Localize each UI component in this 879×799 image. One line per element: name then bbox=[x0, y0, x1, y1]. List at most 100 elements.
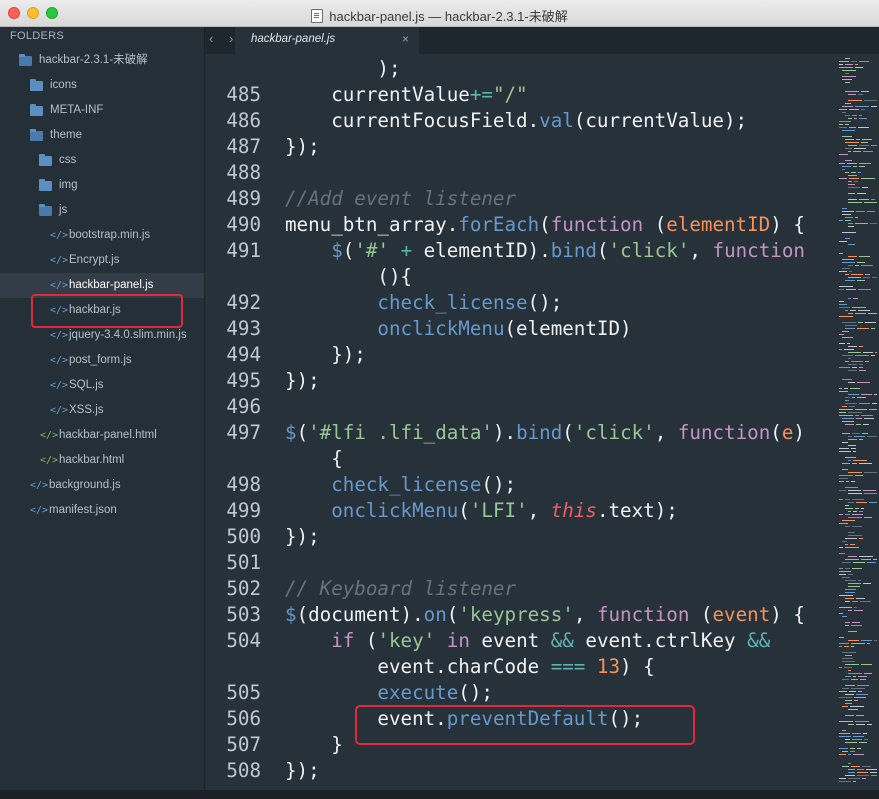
minimap-line bbox=[845, 625, 849, 626]
minimap-line bbox=[864, 202, 877, 203]
code-text: if ('key' in event && event.ctrlKey && bbox=[285, 628, 770, 654]
code-editor[interactable]: ); 485 currentValue+="/" 486 currentFocusF… bbox=[205, 54, 827, 790]
minimap-line bbox=[839, 643, 849, 644]
minimap-line bbox=[859, 403, 870, 404]
minimap-line bbox=[849, 127, 856, 128]
code-token: , bbox=[527, 499, 551, 522]
minimap-line bbox=[856, 418, 862, 419]
sidebar-item[interactable]: </> post_form.js bbox=[0, 348, 204, 373]
minimap-line bbox=[848, 370, 857, 371]
sidebar-item[interactable]: hackbar-2.3.1-未破解 bbox=[0, 48, 204, 73]
code-token: }); bbox=[285, 343, 366, 366]
sidebar-item[interactable]: css bbox=[0, 148, 204, 173]
code-token: function bbox=[550, 213, 644, 236]
minimap-line bbox=[845, 280, 855, 281]
minimap-line bbox=[848, 175, 857, 176]
minimap-line bbox=[845, 403, 857, 404]
minimap-line bbox=[855, 721, 869, 722]
sidebar-item-label: post_form.js bbox=[69, 354, 132, 366]
sidebar-item[interactable]: </> Encrypt.js bbox=[0, 248, 204, 273]
sidebar-item[interactable]: </> bootstrap.min.js bbox=[0, 223, 204, 248]
minimap-line bbox=[845, 310, 848, 311]
minimap-line bbox=[848, 256, 857, 257]
minimap-line bbox=[848, 772, 855, 773]
minimap-line bbox=[857, 748, 861, 749]
minimap-line bbox=[839, 733, 850, 734]
minimap-line bbox=[839, 568, 843, 569]
minimap-line bbox=[842, 679, 849, 680]
minimap-line bbox=[860, 601, 871, 602]
minimap-line bbox=[871, 106, 877, 107]
minimap-line bbox=[857, 775, 869, 776]
minimap-line bbox=[871, 775, 877, 776]
minimap-line bbox=[859, 256, 870, 257]
code-token: 'click' bbox=[608, 239, 690, 262]
minimap-line bbox=[855, 217, 858, 218]
minimap-line bbox=[845, 601, 850, 602]
minimap-line bbox=[845, 655, 852, 656]
minimap-line bbox=[848, 436, 852, 437]
minimap-line bbox=[854, 181, 858, 182]
code-line: 488 bbox=[205, 160, 827, 186]
code-line: 497 $('#lfi .lfi_data').bind('click', fun… bbox=[205, 420, 827, 446]
code-token: 13 bbox=[596, 655, 621, 678]
minimap-line bbox=[848, 145, 857, 146]
sidebar-item-label: Encrypt.js bbox=[69, 254, 120, 266]
minimap-line bbox=[848, 502, 854, 503]
minimap-line bbox=[839, 499, 843, 500]
line-number: 491 bbox=[226, 239, 261, 262]
minimap[interactable] bbox=[827, 54, 879, 790]
sidebar-item[interactable]: </> hackbar.html bbox=[0, 448, 204, 473]
minimap-line bbox=[856, 598, 865, 599]
code-token: (elementID) bbox=[504, 317, 632, 340]
minimap-line bbox=[871, 355, 875, 356]
sidebar-item[interactable]: </> manifest.json bbox=[0, 498, 204, 523]
minimap-line bbox=[866, 769, 877, 770]
minimap-line bbox=[862, 778, 866, 779]
code-token: // Keyboard listener bbox=[285, 577, 517, 600]
minimap-line bbox=[848, 202, 862, 203]
minimap-line bbox=[848, 493, 862, 494]
minimap-line bbox=[845, 91, 859, 92]
sidebar-item[interactable]: icons bbox=[0, 73, 204, 98]
sidebar-item[interactable]: </> background.js bbox=[0, 473, 204, 498]
code-line: 490 menu_btn_array.forEach(function (elem… bbox=[205, 212, 827, 238]
code-token: (); bbox=[458, 681, 493, 704]
line-number: 499 bbox=[226, 499, 261, 522]
minimap-line bbox=[839, 778, 846, 779]
minimap-line bbox=[859, 118, 867, 119]
minimap-line bbox=[839, 607, 852, 608]
minimap-line bbox=[842, 706, 848, 707]
code-token: + bbox=[400, 239, 413, 262]
sidebar-item[interactable]: js bbox=[0, 198, 204, 223]
minimap-line bbox=[842, 418, 854, 419]
code-line: 495}); bbox=[205, 368, 827, 394]
minimap-line bbox=[859, 538, 863, 539]
sidebar: FOLDERS hackbar-2.3.1-未破解 icons META-INF th… bbox=[0, 27, 205, 790]
sidebar-item[interactable]: img bbox=[0, 173, 204, 198]
tab-hackbar-panel-js[interactable]: hackbar-panel.js × bbox=[235, 27, 419, 54]
sidebar-item[interactable]: META-INF bbox=[0, 98, 204, 123]
minimap-line bbox=[845, 544, 848, 545]
minimap-line bbox=[852, 463, 857, 464]
sidebar-item[interactable]: </> XSS.js bbox=[0, 398, 204, 423]
folder-open-icon bbox=[30, 129, 43, 141]
minimap-line bbox=[848, 346, 857, 347]
code-token: currentFocusField. bbox=[285, 109, 540, 132]
minimap-line bbox=[856, 724, 865, 725]
sidebar-item[interactable]: </> hackbar-panel.html bbox=[0, 423, 204, 448]
tab-close-icon[interactable]: × bbox=[402, 32, 409, 46]
code-token: } bbox=[285, 733, 343, 756]
minimap-line bbox=[848, 358, 851, 359]
minimap-line bbox=[845, 487, 858, 488]
sidebar-item-label: js bbox=[59, 204, 68, 216]
minimap-line bbox=[842, 469, 848, 470]
minimap-line bbox=[859, 742, 867, 743]
line-number: 490 bbox=[226, 213, 261, 236]
code-token: onclickMenu bbox=[331, 499, 459, 522]
sidebar-item[interactable]: </> SQL.js bbox=[0, 373, 204, 398]
sidebar-item[interactable]: theme bbox=[0, 123, 204, 148]
minimap-line bbox=[847, 343, 850, 344]
minimap-line bbox=[845, 82, 850, 83]
